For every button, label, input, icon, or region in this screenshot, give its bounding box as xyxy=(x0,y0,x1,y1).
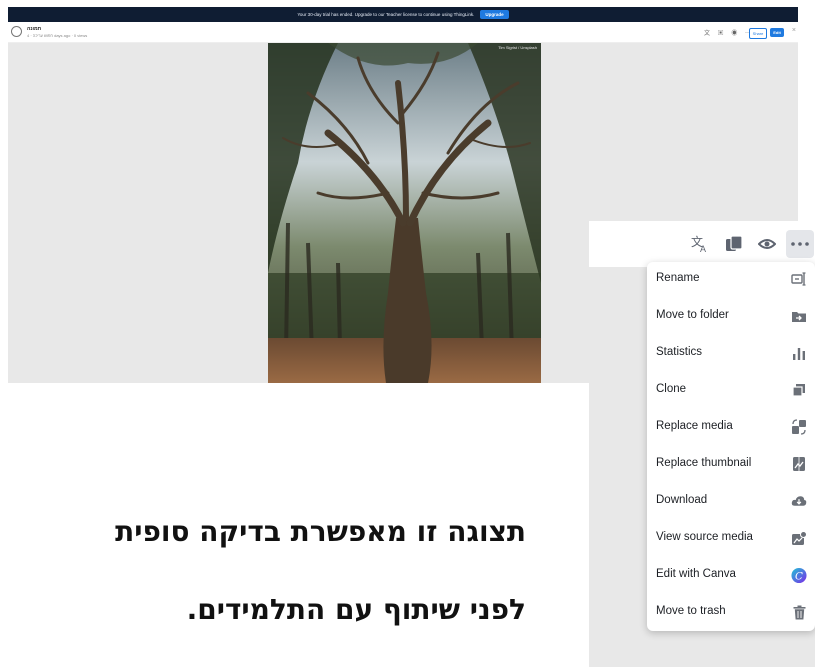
menu-item-rename[interactable]: Rename xyxy=(647,262,815,298)
close-icon[interactable]: × xyxy=(792,27,796,34)
more-actions-menu: Rename Move to folder Statistics Clone R… xyxy=(647,262,815,631)
caption-line-1: תצוגה זו מאפשרת בדיקה סופית xyxy=(115,515,526,548)
zoomed-toolbar: 文A xyxy=(589,221,815,267)
clone-icon xyxy=(791,382,807,398)
page-title: תמונה xyxy=(27,26,42,32)
menu-item-label: Edit with Canva xyxy=(656,568,736,580)
header-icons[interactable]: 文 ▣ ◉ ⋯ xyxy=(704,28,754,37)
tree-photo[interactable]: Tim Sigrist / Unsplash xyxy=(268,43,541,383)
download-cloud-icon xyxy=(791,493,807,509)
copy-icon[interactable] xyxy=(722,232,746,256)
menu-item-replace-media[interactable]: Replace media xyxy=(647,410,815,446)
translate-icon[interactable]: 文A xyxy=(688,232,712,256)
menu-item-label: Move to trash xyxy=(656,605,726,617)
menu-item-move-to-folder[interactable]: Move to folder xyxy=(647,299,815,335)
page-meta: חפוש עריכה · 4 days ago · 0 views xyxy=(27,33,88,38)
folder-move-icon xyxy=(791,308,807,324)
menu-item-move-to-trash[interactable]: Move to trash xyxy=(647,595,815,631)
menu-item-clone[interactable]: Clone xyxy=(647,373,815,409)
tree-image xyxy=(268,43,541,383)
menu-item-view-source-media[interactable]: View source media xyxy=(647,521,815,557)
photo-credit: Tim Sigrist / Unsplash xyxy=(498,45,537,50)
edit-button[interactable]: Edit xyxy=(770,28,784,37)
avatar[interactable] xyxy=(11,26,22,37)
menu-item-download[interactable]: Download xyxy=(647,484,815,520)
menu-item-label: Statistics xyxy=(656,346,703,358)
menu-item-label: Rename xyxy=(656,272,700,284)
menu-item-replace-thumbnail[interactable]: Replace thumbnail xyxy=(647,447,815,483)
menu-item-label: Clone xyxy=(656,383,687,395)
trial-banner: Your 30-day trial has ended. Upgrade to … xyxy=(8,7,798,22)
rename-icon xyxy=(791,271,807,287)
trash-icon xyxy=(791,604,807,620)
menu-item-label: Download xyxy=(656,494,708,506)
eye-icon[interactable] xyxy=(755,232,779,256)
replace-thumbnail-icon xyxy=(791,456,807,472)
menu-item-label: Replace media xyxy=(656,420,733,432)
svg-text:A: A xyxy=(700,244,706,254)
editor-header: תמונה חפוש עריכה · 4 days ago · 0 views … xyxy=(8,24,798,43)
statistics-icon xyxy=(791,345,807,361)
menu-item-edit-with-canva[interactable]: Edit with Canva C xyxy=(647,558,815,594)
caption-line-2: לפני שיתוף עם התלמידים. xyxy=(186,593,526,626)
upgrade-button[interactable]: Upgrade xyxy=(480,10,509,19)
more-icon[interactable] xyxy=(786,230,814,258)
menu-item-label: Move to folder xyxy=(656,309,729,321)
menu-item-label: View source media xyxy=(656,531,753,543)
share-button[interactable]: Share xyxy=(749,28,767,39)
trial-banner-text: Your 30-day trial has ended. Upgrade to … xyxy=(297,12,475,17)
canva-icon: C xyxy=(791,567,807,583)
menu-item-statistics[interactable]: Statistics xyxy=(647,336,815,372)
view-source-icon xyxy=(791,530,807,546)
svg-text:C: C xyxy=(795,570,803,582)
replace-media-icon xyxy=(791,419,807,435)
menu-item-label: Replace thumbnail xyxy=(656,457,752,469)
